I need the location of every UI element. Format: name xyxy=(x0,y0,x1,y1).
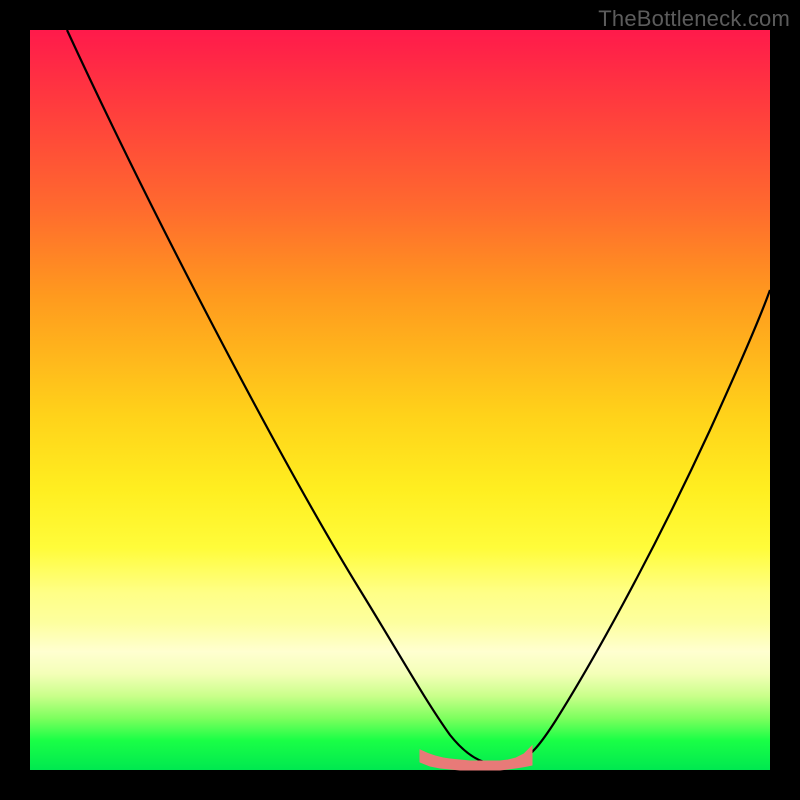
right-curve xyxy=(516,290,770,763)
chart-frame: TheBottleneck.com xyxy=(0,0,800,800)
left-curve xyxy=(67,30,488,763)
watermark-text: TheBottleneck.com xyxy=(598,6,790,32)
chart-curves xyxy=(30,30,770,770)
